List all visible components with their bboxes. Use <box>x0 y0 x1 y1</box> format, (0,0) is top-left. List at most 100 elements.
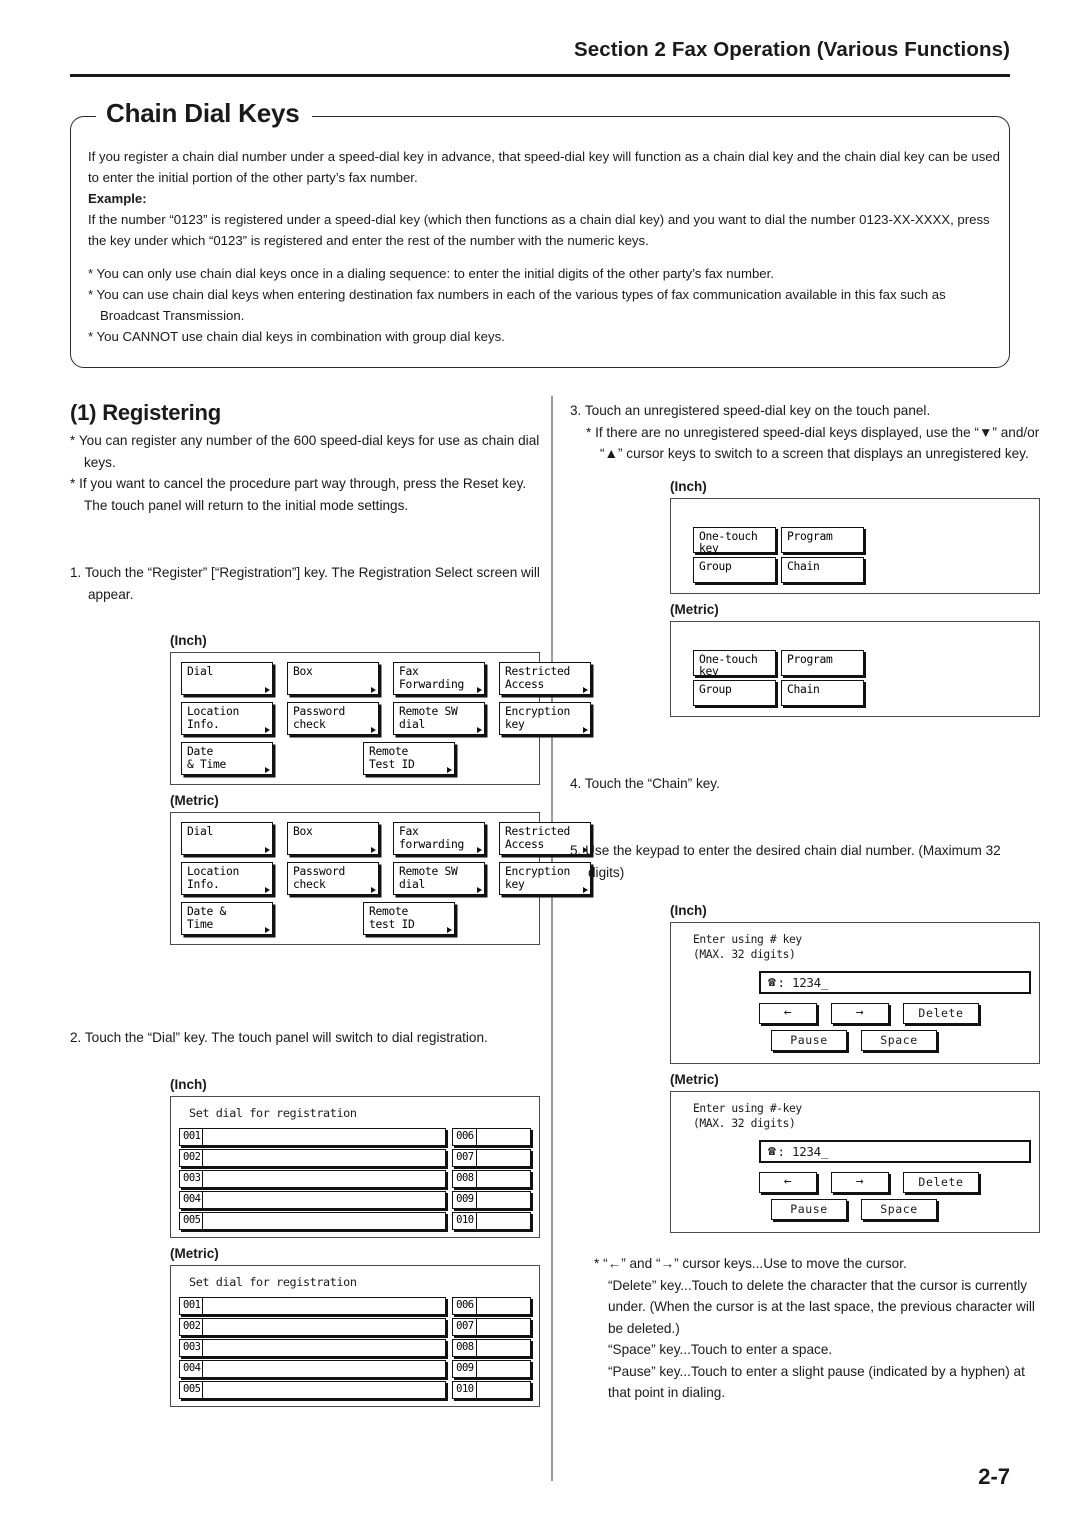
key-fax-forwarding[interactable]: Fax forwarding <box>393 822 485 855</box>
key-fax-forwarding[interactable]: Fax Forwarding <box>393 662 485 695</box>
dial-slot[interactable]: 003 <box>179 1169 447 1188</box>
key-chain[interactable]: Chain <box>781 679 864 706</box>
dial-slot[interactable]: 008 <box>452 1169 531 1188</box>
dial-slot[interactable]: 001 <box>179 1127 447 1146</box>
slot-index: 003 <box>180 1170 204 1187</box>
dial-slot[interactable]: 004 <box>179 1190 447 1209</box>
key-remote-sw-dial[interactable]: Remote SW dial <box>393 862 485 895</box>
dial-slot[interactable]: 003 <box>179 1338 447 1357</box>
key-dial[interactable]: Dial <box>181 822 273 855</box>
slot-field[interactable] <box>477 1319 530 1335</box>
cursor-right-button[interactable]: → <box>831 1003 889 1024</box>
key-arrow-icon <box>371 687 376 693</box>
slot-field[interactable] <box>203 1319 445 1335</box>
slot-index: 006 <box>453 1297 477 1314</box>
dial-slot[interactable]: 010 <box>452 1380 531 1399</box>
key-dial[interactable]: Dial <box>181 662 273 695</box>
slot-index: 002 <box>180 1318 204 1335</box>
cursor-left-button[interactable]: ← <box>759 1172 817 1193</box>
space-button[interactable]: Space <box>861 1030 937 1051</box>
example-paragraph: If the number “0123” is registered under… <box>88 212 990 248</box>
dial-slot[interactable]: 004 <box>179 1359 447 1378</box>
slot-field[interactable] <box>477 1150 530 1166</box>
column-divider <box>551 396 553 1481</box>
metric-label: (Metric) <box>670 601 719 617</box>
slot-field[interactable] <box>203 1171 445 1187</box>
slot-field[interactable] <box>203 1361 445 1377</box>
key-remote-test-id[interactable]: Remote Test ID <box>363 742 455 775</box>
dial-slot[interactable]: 007 <box>452 1148 531 1167</box>
cursor-left-button[interactable]: ← <box>759 1003 817 1024</box>
slot-field[interactable] <box>477 1213 530 1229</box>
chain-dial-number-value: : 1234_ <box>777 1144 829 1159</box>
key-group[interactable]: Group <box>693 556 776 583</box>
dial-slot-row: 005 010 <box>171 1380 539 1399</box>
slot-field[interactable] <box>477 1192 530 1208</box>
chain-dial-number-input[interactable]: ☎ : 1234_ <box>759 1140 1031 1163</box>
slot-field[interactable] <box>477 1361 530 1377</box>
dial-slot-row: 001 006 <box>171 1127 539 1146</box>
key-password-check[interactable]: Password check <box>287 862 379 895</box>
delete-button[interactable]: Delete <box>903 1003 979 1024</box>
key-arrow-icon <box>447 767 452 773</box>
key-group[interactable]: Group <box>693 679 776 706</box>
slot-field[interactable] <box>477 1129 530 1145</box>
registration-select-screen-metric: Dial Box Fax forwarding Restricted Acces… <box>170 812 591 945</box>
section-heading-registering: (1) Registering <box>70 400 222 425</box>
slot-field[interactable] <box>477 1298 530 1314</box>
dial-slot[interactable]: 009 <box>452 1359 531 1378</box>
pause-button[interactable]: Pause <box>771 1030 847 1051</box>
slot-field[interactable] <box>203 1129 445 1145</box>
key-location-info[interactable]: Location Info. <box>181 702 273 735</box>
pause-button[interactable]: Pause <box>771 1199 847 1220</box>
callout-body: If you register a chain dial number unde… <box>88 146 1000 347</box>
key-box[interactable]: Box <box>287 662 379 695</box>
cursor-right-button[interactable]: → <box>831 1172 889 1193</box>
dial-slot[interactable]: 007 <box>452 1317 531 1336</box>
chain-dial-number-input[interactable]: ☎ : 1234_ <box>759 971 1031 994</box>
dial-slot[interactable]: 010 <box>452 1211 531 1230</box>
chain-dial-number-value: : 1234_ <box>777 975 829 990</box>
dial-slot[interactable]: 001 <box>179 1296 447 1315</box>
slot-field[interactable] <box>477 1382 530 1398</box>
space-button[interactable]: Space <box>861 1199 937 1220</box>
dial-slot[interactable]: 005 <box>179 1380 447 1399</box>
key-date-time[interactable]: Date & Time <box>181 902 273 935</box>
slot-field[interactable] <box>203 1382 445 1398</box>
key-arrow-icon <box>477 727 482 733</box>
key-arrow-icon <box>265 727 270 733</box>
slot-field[interactable] <box>477 1171 530 1187</box>
entry-caption: Enter using #-key (MAX. 32 digits) <box>693 1102 802 1130</box>
key-password-check[interactable]: Password check <box>287 702 379 735</box>
key-program[interactable]: Program <box>781 526 864 553</box>
slot-field[interactable] <box>203 1150 445 1166</box>
slot-field[interactable] <box>203 1213 445 1229</box>
key-program[interactable]: Program <box>781 649 864 676</box>
slot-field[interactable] <box>203 1340 445 1356</box>
dial-slot[interactable]: 008 <box>452 1338 531 1357</box>
key-remote-sw-dial[interactable]: Remote SW dial <box>393 702 485 735</box>
dial-slot[interactable]: 006 <box>452 1127 531 1146</box>
slot-field[interactable] <box>203 1192 445 1208</box>
key-arrow-icon <box>265 887 270 893</box>
key-remote-test-id[interactable]: Remote test ID <box>363 902 455 935</box>
key-one-touch-key[interactable]: One-touch key <box>693 649 776 678</box>
dial-slot[interactable]: 009 <box>452 1190 531 1209</box>
slot-field[interactable] <box>203 1298 445 1314</box>
dial-slot[interactable]: 002 <box>179 1317 447 1336</box>
dial-slot[interactable]: 006 <box>452 1296 531 1315</box>
entry-caption: Enter using # key (MAX. 32 digits) <box>693 933 802 961</box>
key-location-info[interactable]: Location Info. <box>181 862 273 895</box>
dial-slot[interactable]: 002 <box>179 1148 447 1167</box>
dial-slot[interactable]: 005 <box>179 1211 447 1230</box>
key-chain[interactable]: Chain <box>781 556 864 583</box>
slot-field[interactable] <box>477 1340 530 1356</box>
delete-button[interactable]: Delete <box>903 1172 979 1193</box>
dial-slot-row: 004 009 <box>171 1359 539 1378</box>
key-box[interactable]: Box <box>287 822 379 855</box>
left-column: (1) Registering * You can register any n… <box>70 400 591 1407</box>
key-date-time[interactable]: Date & Time <box>181 742 273 775</box>
dial-slot-row: 002 007 <box>171 1317 539 1336</box>
registering-bullet: * If you want to cancel the procedure pa… <box>70 476 527 513</box>
key-one-touch-key[interactable]: One-touch key <box>693 526 776 555</box>
